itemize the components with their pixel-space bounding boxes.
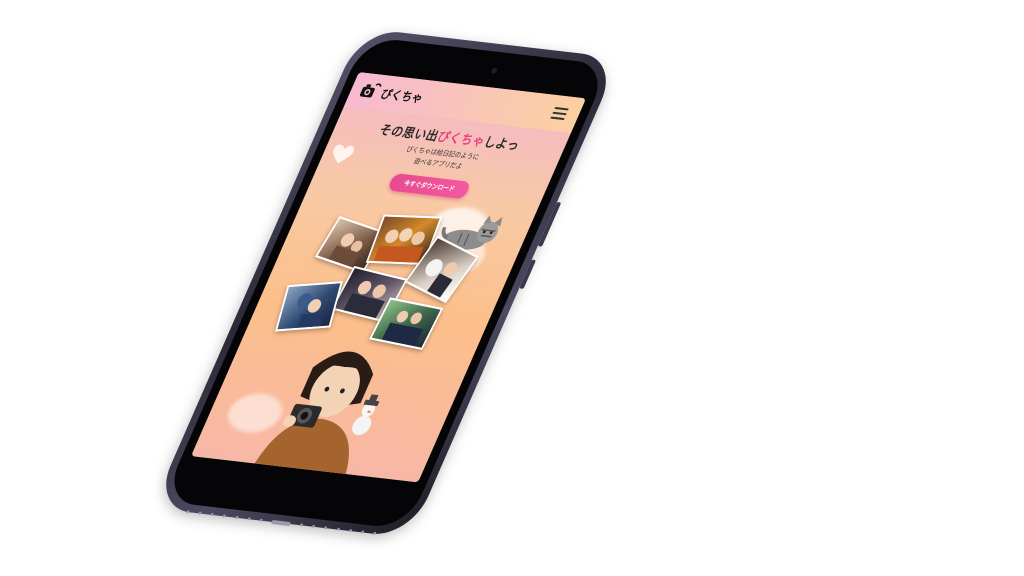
smartphone: ぴくちゃ その思い出ぴくちゃしよっ ぴくちゃは絵日記のように 遊べるアプリだよ … (152, 28, 620, 538)
app-logo[interactable]: ぴくちゃ (355, 80, 427, 108)
headline-accent: ぴくちゃ (434, 129, 488, 150)
front-camera-icon (490, 67, 499, 74)
stage: ぴくちゃ その思い出ぴくちゃしよっ ぴくちゃは絵日記のように 遊べるアプリだよ … (0, 0, 1024, 576)
photo-snow-portrait (274, 281, 343, 332)
girl-with-camera-image (244, 326, 415, 475)
headline-suffix: しよっ (481, 135, 522, 154)
download-button[interactable]: 今すぐダウンロード (386, 173, 472, 200)
hamburger-menu-icon[interactable] (550, 106, 569, 121)
logo-text: ぴくちゃ (378, 86, 426, 105)
notch (435, 53, 538, 86)
